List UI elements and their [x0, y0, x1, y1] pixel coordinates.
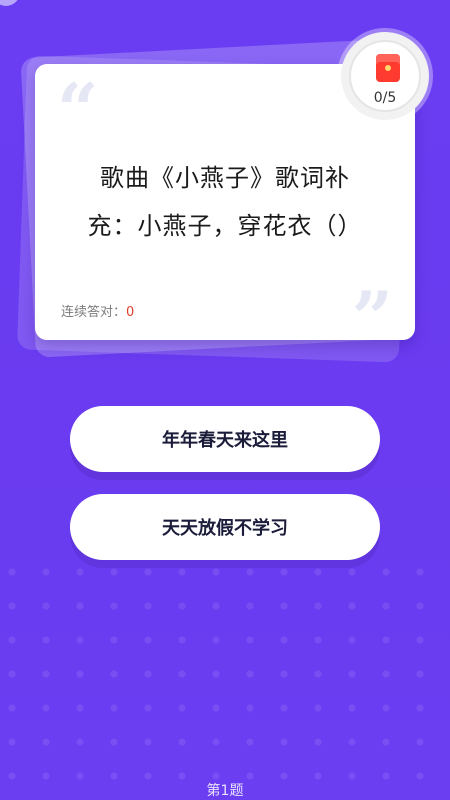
red-packet-badge: 0/5: [349, 40, 421, 112]
question-text: 歌曲《小燕子》歌词补 充：小燕子，穿花衣（）: [85, 154, 365, 250]
answer-option-2-label: 天天放假不学习: [162, 518, 288, 539]
answer-option-1-label: 年年春天来这里: [162, 430, 288, 451]
question-number: 第1题: [206, 783, 244, 799]
answer-option-1[interactable]: 年年春天来这里: [70, 406, 380, 472]
streak-counter: 连续答对：0: [61, 301, 134, 320]
red-packet-progress[interactable]: 0/5: [341, 32, 429, 120]
question-line-1: 歌曲《小燕子》歌词补: [100, 164, 350, 192]
red-envelope-icon: [376, 54, 400, 82]
top-left-avatar-stub: [0, 0, 20, 6]
red-packet-count: 0/5: [373, 90, 397, 106]
background-pattern: [0, 560, 450, 800]
answer-option-2[interactable]: 天天放假不学习: [70, 494, 380, 560]
close-quote-icon: ”: [351, 275, 393, 360]
streak-value: 0: [126, 305, 135, 320]
streak-label: 连续答对：: [61, 305, 127, 320]
open-quote-icon: “: [57, 67, 99, 152]
question-line-2: 充：小燕子，穿花衣（）: [87, 212, 363, 240]
